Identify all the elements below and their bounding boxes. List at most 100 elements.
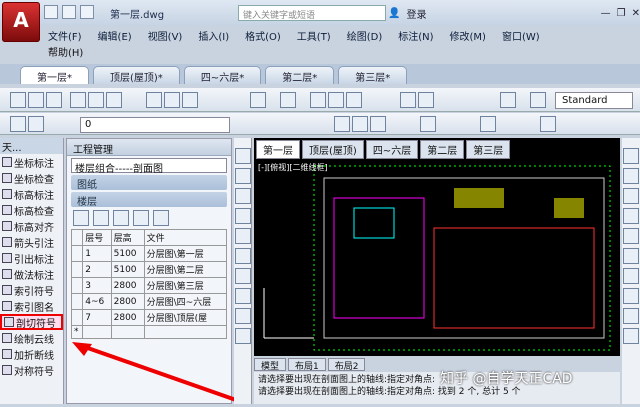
binoculars-icon[interactable]: 👤 xyxy=(388,8,400,19)
menu-insert[interactable]: 插入(I) xyxy=(190,26,237,44)
sheet-tab-4[interactable]: 第二层 xyxy=(420,140,465,159)
sheet-tab-2[interactable]: 顶层(屋顶) xyxy=(302,140,364,159)
sheet-tab-3[interactable]: 四~六层 xyxy=(365,140,419,159)
open-icon[interactable] xyxy=(62,5,76,19)
viewport-label[interactable]: [-][俯视][二维线框] xyxy=(258,162,328,173)
tool-cloud-line[interactable]: 绘制云线 xyxy=(0,330,63,346)
sheet-tab-1[interactable]: 第一层 xyxy=(256,140,300,159)
doc-tab-5[interactable]: 第三层* xyxy=(338,66,408,84)
trim-icon[interactable] xyxy=(623,328,639,344)
zoom-icon[interactable] xyxy=(328,92,344,108)
search-input[interactable]: 键入关键字或短语 xyxy=(238,5,386,21)
tool-elev-dim[interactable]: 标高标注 xyxy=(0,186,63,202)
open-floor-icon[interactable] xyxy=(93,210,109,226)
new-icon[interactable] xyxy=(10,92,26,108)
tool-method-note[interactable]: 做法标注 xyxy=(0,266,63,282)
tool-index-symbol[interactable]: 索引符号 xyxy=(0,282,63,298)
tool-break-line[interactable]: 加折断线 xyxy=(0,346,63,362)
properties-icon[interactable] xyxy=(400,92,416,108)
layout-tab-1[interactable]: 布局1 xyxy=(288,358,326,372)
dimension-icon-3[interactable] xyxy=(370,116,386,132)
insert-block-icon[interactable] xyxy=(235,328,251,344)
table-row[interactable]: 3 2800 分层图\第三层 xyxy=(70,277,228,294)
doc-tab-1[interactable]: 第一层* xyxy=(20,66,89,84)
minimize-icon[interactable]: — xyxy=(601,8,611,19)
table-row[interactable]: 2 5100 分层图\第二层 xyxy=(70,261,228,278)
layout-tab-2[interactable]: 布局2 xyxy=(327,358,366,372)
doc-tab-2[interactable]: 顶层(屋顶)* xyxy=(93,66,180,84)
layer-select[interactable]: 0 xyxy=(80,117,230,133)
menu-window[interactable]: 窗口(W) xyxy=(494,26,548,44)
mirror-icon[interactable] xyxy=(623,188,639,204)
erase-icon[interactable] xyxy=(623,148,639,164)
table-row[interactable]: 7 2800 分层图\顶层(屋 xyxy=(70,309,228,326)
tool-index-name[interactable]: 索引图名 xyxy=(0,298,63,314)
text-style-select[interactable]: Standard xyxy=(555,92,633,109)
dimension-icon-2[interactable] xyxy=(352,116,368,132)
menu-dimension[interactable]: 标注(N) xyxy=(390,26,441,44)
xline-icon[interactable] xyxy=(235,168,251,184)
new-floor-icon[interactable] xyxy=(73,210,89,226)
dimension-icon[interactable] xyxy=(334,116,350,132)
move-icon[interactable] xyxy=(623,248,639,264)
polyline-icon[interactable] xyxy=(235,188,251,204)
floor-combo-select[interactable]: 楼层组合-----剖面图 xyxy=(71,158,227,175)
copy-object-icon[interactable] xyxy=(623,168,639,184)
tool-coord-dim[interactable]: 坐标标注 xyxy=(0,154,63,170)
menu-view[interactable]: 视图(V) xyxy=(140,26,191,44)
preview-icon[interactable] xyxy=(88,92,104,108)
spline-icon[interactable] xyxy=(235,288,251,304)
menu-file[interactable]: 文件(F) xyxy=(40,26,90,44)
print-icon[interactable] xyxy=(70,92,86,108)
line-icon[interactable] xyxy=(235,148,251,164)
table-row[interactable]: 1 5100 分层图\第一层 xyxy=(70,245,228,262)
doc-tab-3[interactable]: 四~六层* xyxy=(183,66,262,84)
rotate-icon[interactable] xyxy=(623,268,639,284)
table-row[interactable]: 4~6 2800 分层图\四~六层 xyxy=(70,293,228,310)
table-row[interactable]: * xyxy=(70,325,228,339)
rectangle-icon[interactable] xyxy=(235,228,251,244)
menu-help[interactable]: 帮助(H) xyxy=(40,44,140,60)
design-center-icon[interactable] xyxy=(418,92,434,108)
save-icon[interactable] xyxy=(46,92,62,108)
cut-icon[interactable] xyxy=(146,92,162,108)
offset-icon[interactable] xyxy=(623,208,639,224)
redo-icon[interactable] xyxy=(280,92,296,108)
tolerance-icon[interactable] xyxy=(480,116,496,132)
section-drawings[interactable]: 图纸 xyxy=(71,175,227,191)
paste-icon[interactable] xyxy=(182,92,198,108)
pan-icon[interactable] xyxy=(310,92,326,108)
save-icon[interactable] xyxy=(80,5,94,19)
circle-center-icon[interactable] xyxy=(420,116,436,132)
polygon-icon[interactable] xyxy=(235,208,251,224)
tool-elev-align[interactable]: 标高对齐 xyxy=(0,218,63,234)
tool-leader-note[interactable]: 引出标注 xyxy=(0,250,63,266)
menu-format[interactable]: 格式(O) xyxy=(237,26,289,44)
layer-manager-icon[interactable] xyxy=(10,116,26,132)
tool-symmetry[interactable]: 对称符号 xyxy=(0,362,63,378)
menu-modify[interactable]: 修改(M) xyxy=(442,26,494,44)
application-menu-button[interactable]: A xyxy=(2,2,40,42)
tool-section-symbol[interactable]: 剖切符号 xyxy=(0,314,63,330)
restore-icon[interactable]: ❐ xyxy=(617,8,626,19)
zoom-window-icon[interactable] xyxy=(346,92,362,108)
arc-icon[interactable] xyxy=(235,248,251,264)
circle-icon[interactable] xyxy=(235,268,251,284)
open-icon[interactable] xyxy=(28,92,44,108)
new-icon[interactable] xyxy=(44,5,58,19)
login-link[interactable]: 登录 xyxy=(406,6,426,21)
section-floors[interactable]: 楼层 xyxy=(71,192,227,208)
menu-tools[interactable]: 工具(T) xyxy=(289,26,339,44)
sheet-tab-5[interactable]: 第三层 xyxy=(466,140,511,159)
frame-icon[interactable] xyxy=(113,210,129,226)
text-style-icon[interactable] xyxy=(530,92,546,108)
array-icon[interactable] xyxy=(623,228,639,244)
lightbulb-icon[interactable] xyxy=(28,116,44,132)
layout-tab-model[interactable]: 模型 xyxy=(254,358,287,372)
tool-elev-check[interactable]: 标高检查 xyxy=(0,202,63,218)
publish-icon[interactable] xyxy=(106,92,122,108)
tool-coord-check[interactable]: 坐标检查 xyxy=(0,170,63,186)
copy-icon[interactable] xyxy=(164,92,180,108)
grid-icon[interactable] xyxy=(133,210,149,226)
stretch-icon[interactable] xyxy=(623,308,639,324)
